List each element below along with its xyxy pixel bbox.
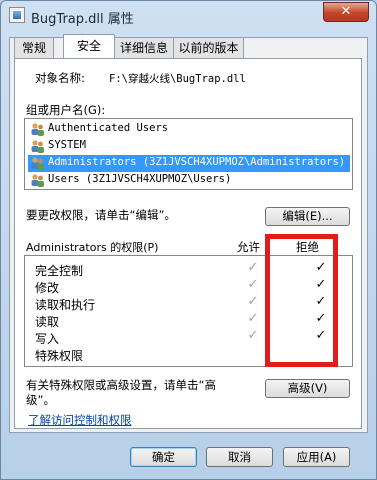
deny-column-header: 拒绝: [296, 240, 319, 254]
group-item-label: Authenticated Users: [48, 122, 169, 134]
allow-column-header: 允许: [237, 240, 260, 254]
group-item-label: Users (3Z1JVSCH4XUPMOZ\Users): [48, 173, 232, 185]
tab-security[interactable]: 安全: [63, 34, 115, 58]
security-panel: 对象名称: F:\穿越火线\BugTrap.dll 组或用户名(G): Auth…: [14, 58, 362, 429]
deny-check-icon: ✓: [315, 328, 327, 343]
advanced-button[interactable]: 高级(V): [265, 379, 350, 398]
allow-check-icon: ✓: [247, 260, 259, 275]
group-item-label: SYSTEM: [48, 139, 86, 151]
permission-name: 写入: [35, 332, 60, 346]
cancel-button[interactable]: 取消: [206, 447, 273, 467]
object-name-value: F:\穿越火线\BugTrap.dll: [109, 73, 246, 85]
file-icon: [9, 7, 25, 23]
permission-name: 修改: [35, 281, 60, 295]
users-icon: [31, 174, 44, 187]
tab-details[interactable]: 详细信息: [114, 37, 174, 59]
groups-label: 组或用户名(G):: [26, 103, 106, 117]
permissions-header: Administrators 的权限(P): [26, 241, 159, 254]
group-item-label: Administrators (3Z1JVSCH4XUPMOZ\Administ…: [48, 156, 346, 168]
allow-check-icon: ✓: [247, 328, 259, 343]
edit-button[interactable]: 编辑(E)...: [265, 207, 350, 226]
users-icon: [31, 157, 44, 170]
tab-previous-versions[interactable]: 以前的版本: [173, 37, 244, 59]
allow-check-icon: ✓: [247, 311, 259, 326]
deny-check-icon: [314, 346, 328, 360]
deny-check-icon: ✓: [315, 294, 327, 309]
properties-window: BugTrap.dll 属性 ✕ 常规 安全 详细信息 以前的版本 对象名称: …: [0, 0, 377, 480]
permission-row-modify: 修改 ✓ ✓: [25, 277, 352, 296]
change-permissions-hint: 要更改权限，请单击“编辑”。: [26, 208, 176, 222]
dialog-content: 常规 安全 详细信息 以前的版本 对象名称: F:\穿越火线\BugTrap.d…: [9, 34, 368, 433]
permission-name: 特殊权限: [35, 349, 84, 363]
permission-row-read-execute: 读取和执行 ✓ ✓: [25, 294, 352, 313]
close-button[interactable]: ✕: [323, 2, 369, 22]
group-item-system[interactable]: SYSTEM: [28, 138, 350, 155]
window-title: BugTrap.dll 属性: [31, 12, 134, 27]
deny-check-icon: ✓: [315, 311, 327, 326]
group-item-administrators[interactable]: Administrators (3Z1JVSCH4XUPMOZ\Administ…: [28, 155, 350, 172]
permission-name: 完全控制: [35, 264, 84, 278]
learn-access-control-link[interactable]: 了解访问控制和权限: [28, 412, 132, 428]
group-item-users[interactable]: Users (3Z1JVSCH4XUPMOZ\Users): [28, 172, 350, 189]
groups-listbox[interactable]: Authenticated Users SYSTEM Administrator…: [24, 118, 353, 190]
users-icon: [31, 123, 44, 136]
deny-check-icon: ✓: [315, 277, 327, 292]
tab-general[interactable]: 常规: [14, 37, 54, 59]
advanced-hint-line2: 级”。: [26, 393, 55, 407]
permission-name: 读取和执行: [35, 298, 96, 312]
permission-row-full-control: 完全控制 ✓ ✓: [25, 260, 352, 279]
advanced-hint-line1: 有关特殊权限或高级设置，请单击“高: [26, 378, 216, 392]
permission-row-special: 特殊权限: [25, 346, 352, 363]
allow-check-icon: ✓: [247, 294, 259, 309]
permissions-list: 完全控制 ✓ ✓ 修改 ✓ ✓ 读取和执行 ✓ ✓ 读取 ✓ ✓ 写入 ✓ ✓ …: [24, 255, 353, 367]
permission-row-read: 读取 ✓ ✓: [25, 311, 352, 330]
deny-check-icon: ✓: [315, 260, 327, 275]
permission-row-write: 写入 ✓ ✓: [25, 328, 352, 347]
allow-check-icon: [246, 346, 260, 360]
ok-button[interactable]: 确定: [130, 447, 197, 467]
allow-check-icon: ✓: [247, 277, 259, 292]
object-name-label: 对象名称:: [35, 71, 85, 85]
group-item-authenticated-users[interactable]: Authenticated Users: [28, 121, 350, 138]
title-bar: BugTrap.dll 属性 ✕: [1, 1, 376, 31]
permission-name: 读取: [35, 315, 60, 329]
users-icon: [31, 140, 44, 153]
apply-button[interactable]: 应用(A): [283, 447, 350, 467]
